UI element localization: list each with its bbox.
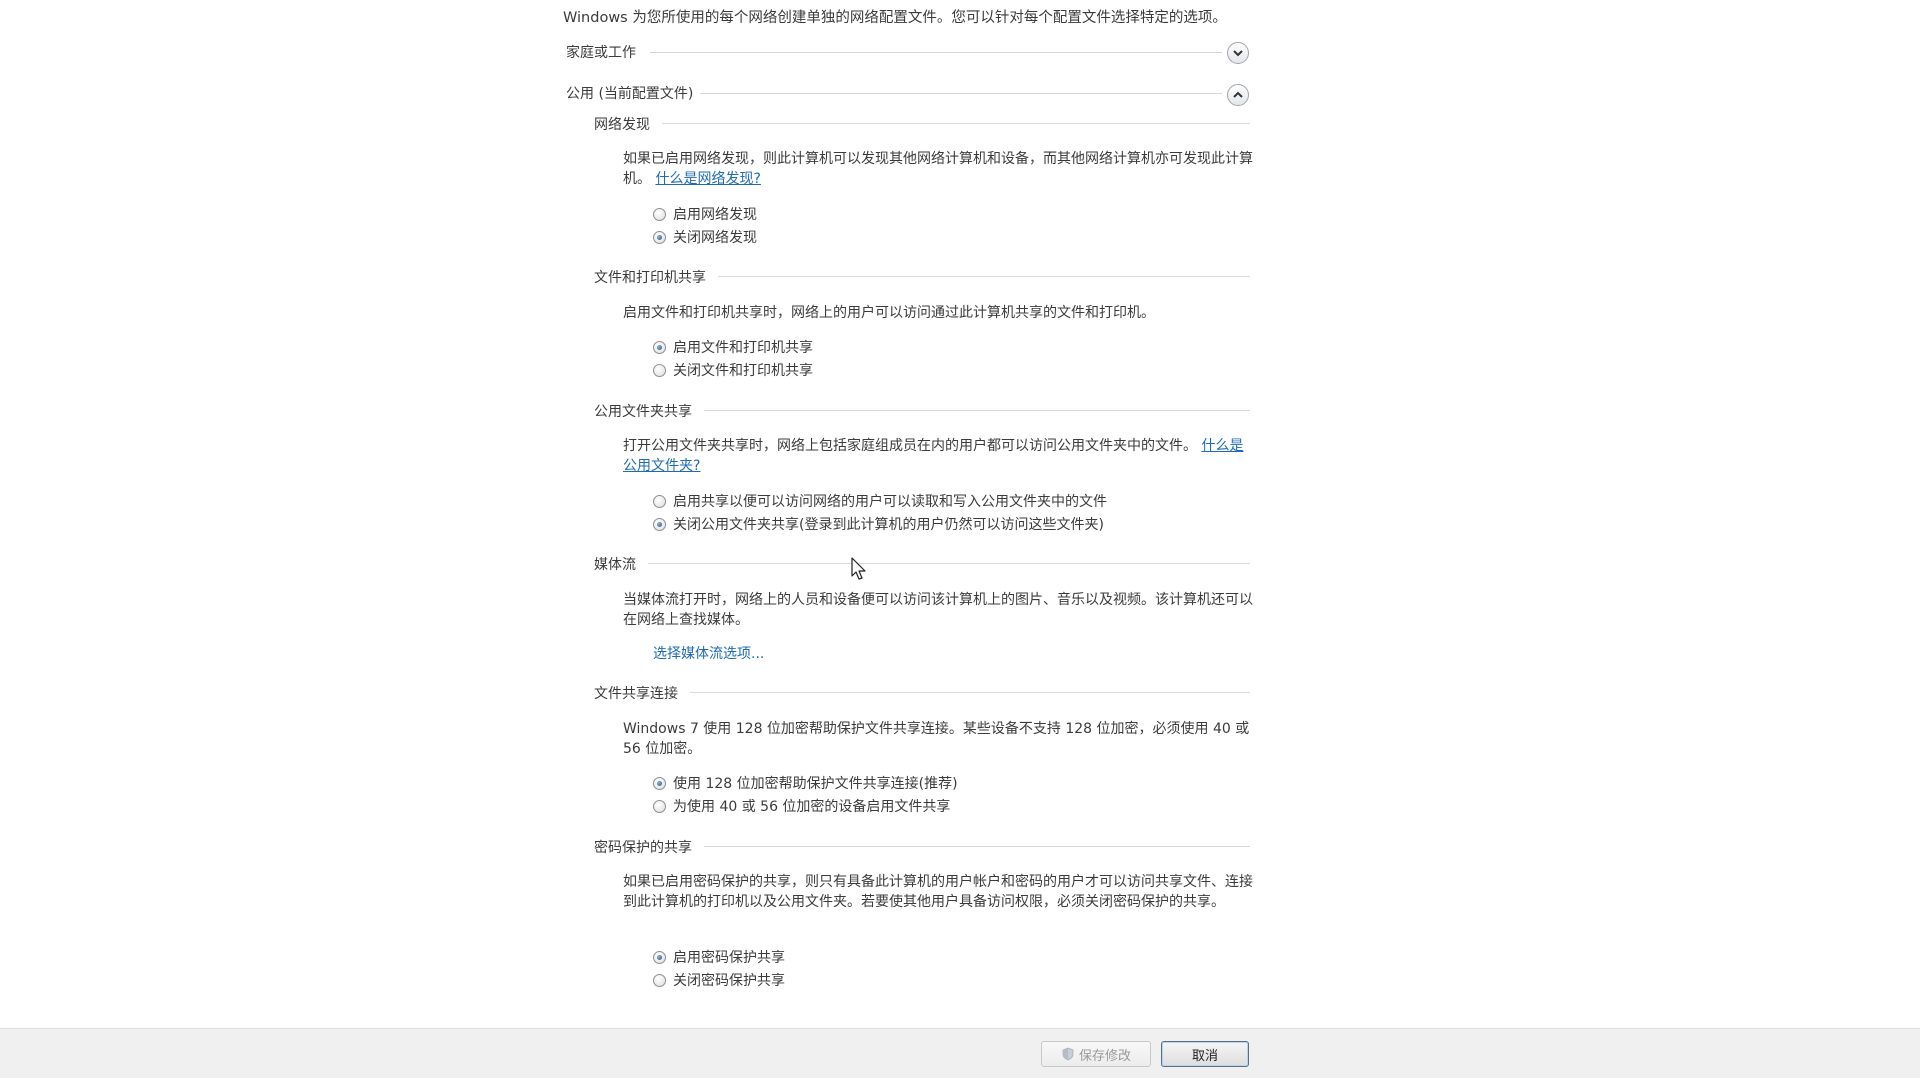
radio-disable-public-folder-sharing[interactable]: 关闭公用文件夹共享(登录到此计算机的用户仍然可以访问这些文件夹) (653, 514, 1104, 534)
radio-label: 使用 128 位加密帮助保护文件共享连接(推荐) (673, 776, 958, 792)
section-divider (704, 410, 1250, 411)
chevron-up-icon (1233, 91, 1243, 98)
radio-button-selected[interactable] (653, 340, 666, 354)
radio-enable-file-printer-sharing[interactable]: 启用文件和打印机共享 (653, 337, 813, 357)
what-is-network-discovery-link[interactable]: 什么是网络发现? (655, 171, 760, 187)
cancel-button[interactable]: 取消 (1161, 1041, 1249, 1067)
radio-button-selected[interactable] (653, 776, 666, 790)
radio-label: 关闭文件和打印机共享 (673, 363, 813, 379)
section-divider (662, 123, 1250, 124)
section-title-public-folder-sharing: 公用文件夹共享 (594, 404, 692, 420)
radio-128-bit-encryption[interactable]: 使用 128 位加密帮助保护文件共享连接(推荐) (653, 773, 958, 793)
uac-shield-icon (1062, 1047, 1074, 1061)
section-divider (648, 563, 1250, 564)
radio-disable-password-protected-sharing[interactable]: 关闭密码保护共享 (653, 970, 785, 990)
radio-label: 启用网络发现 (673, 207, 757, 223)
command-bar: 保存修改 取消 (0, 1028, 1920, 1078)
media-streaming-description: 当媒体流打开时，网络上的人员和设备便可以访问该计算机上的图片、音乐以及视频。该计… (623, 592, 1253, 628)
mouse-cursor-icon (851, 557, 866, 580)
section-title-media-streaming: 媒体流 (594, 557, 636, 573)
radio-button[interactable] (653, 363, 666, 377)
profile-public-label: 公用 (当前配置文件) (566, 86, 694, 102)
radio-label: 关闭公用文件夹共享(登录到此计算机的用户仍然可以访问这些文件夹) (673, 517, 1104, 533)
profile-public-divider (700, 93, 1222, 94)
section-title-network-discovery: 网络发现 (594, 117, 650, 133)
radio-button[interactable] (653, 494, 666, 508)
profile-home-work-label: 家庭或工作 (566, 45, 636, 61)
radio-button[interactable] (653, 207, 666, 221)
radio-label: 为使用 40 或 56 位加密的设备启用文件共享 (673, 799, 951, 815)
file-sharing-connections-description: Windows 7 使用 128 位加密帮助保护文件共享连接。某些设备不支持 1… (623, 721, 1250, 757)
collapse-public-button[interactable] (1227, 84, 1249, 106)
radio-disable-file-printer-sharing[interactable]: 关闭文件和打印机共享 (653, 360, 813, 380)
radio-label: 关闭密码保护共享 (673, 973, 785, 989)
file-printer-sharing-description: 启用文件和打印机共享时，网络上的用户可以访问通过此计算机共享的文件和打印机。 (623, 305, 1155, 321)
section-title-file-sharing-connections: 文件共享连接 (594, 686, 678, 702)
radio-button-selected[interactable] (653, 230, 666, 244)
radio-disable-network-discovery[interactable]: 关闭网络发现 (653, 227, 757, 247)
section-title-password-protected-sharing: 密码保护的共享 (594, 840, 692, 856)
section-divider (718, 276, 1250, 277)
radio-label: 关闭网络发现 (673, 230, 757, 246)
radio-label: 启用文件和打印机共享 (673, 340, 813, 356)
password-protected-sharing-description: 如果已启用密码保护的共享，则只有具备此计算机的用户帐户和密码的用户才可以访问共享… (623, 874, 1253, 910)
radio-button[interactable] (653, 799, 666, 813)
public-folder-sharing-description: 打开公用文件夹共享时，网络上包括家庭组成员在内的用户都可以访问公用文件夹中的文件… (623, 436, 1253, 476)
radio-enable-public-folder-sharing[interactable]: 启用共享以便可以访问网络的用户可以读取和写入公用文件夹中的文件 (653, 491, 1107, 511)
choose-media-streaming-options-link[interactable]: 选择媒体流选项... (653, 643, 764, 663)
expand-home-work-button[interactable] (1227, 42, 1249, 64)
chevron-down-icon (1233, 50, 1243, 57)
save-changes-button[interactable]: 保存修改 (1041, 1041, 1151, 1067)
radio-enable-network-discovery[interactable]: 启用网络发现 (653, 204, 757, 224)
radio-label: 启用密码保护共享 (673, 950, 785, 966)
public-folder-sharing-description-text: 打开公用文件夹共享时，网络上包括家庭组成员在内的用户都可以访问公用文件夹中的文件… (623, 438, 1197, 454)
cancel-label: 取消 (1191, 1048, 1218, 1064)
radio-button[interactable] (653, 973, 666, 987)
radio-button-selected[interactable] (653, 950, 666, 964)
section-divider (690, 692, 1250, 693)
section-title-file-printer-sharing: 文件和打印机共享 (594, 270, 706, 286)
section-divider (704, 846, 1250, 847)
save-changes-label: 保存修改 (1078, 1048, 1131, 1064)
advanced-sharing-settings-page: Windows 为您所使用的每个网络创建单独的网络配置文件。您可以针对每个配置文… (0, 0, 1920, 1078)
intro-text: Windows 为您所使用的每个网络创建单独的网络配置文件。您可以针对每个配置文… (563, 10, 1227, 26)
profile-home-work-divider (650, 52, 1222, 53)
network-discovery-description: 如果已启用网络发现，则此计算机可以发现其他网络计算机和设备，而其他网络计算机亦可… (623, 149, 1253, 189)
radio-label: 启用共享以便可以访问网络的用户可以读取和写入公用文件夹中的文件 (673, 494, 1107, 510)
radio-40-56-bit-encryption[interactable]: 为使用 40 或 56 位加密的设备启用文件共享 (653, 796, 950, 816)
radio-enable-password-protected-sharing[interactable]: 启用密码保护共享 (653, 947, 785, 967)
radio-button-selected[interactable] (653, 517, 666, 531)
